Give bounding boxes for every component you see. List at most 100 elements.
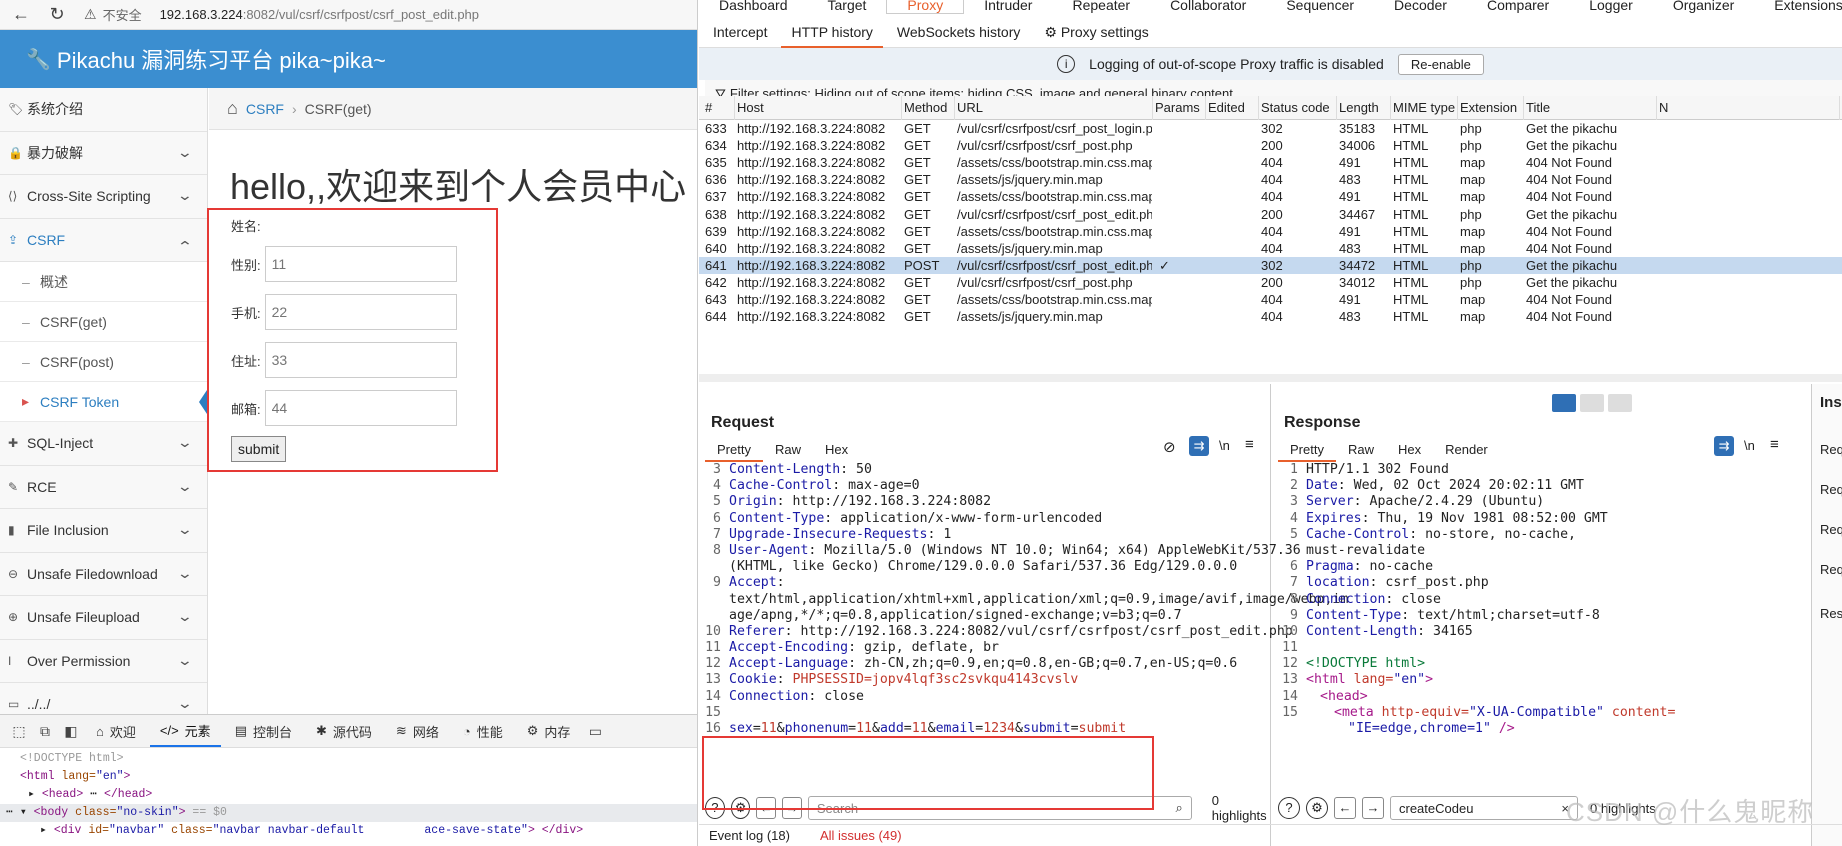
table-row[interactable]: 644 http://192.168.3.224:8082 GET/assets/j… <box>699 308 1842 325</box>
inspector-item[interactable]: Requ <box>1820 442 1842 457</box>
column-header[interactable]: Params <box>1155 96 1206 120</box>
burp-tab-organizer[interactable]: Organizer <box>1653 0 1754 14</box>
wrap-lines-icon[interactable]: ⇉ <box>1714 436 1734 456</box>
table-row[interactable]: 639 http://192.168.3.224:8082 GET/assets/c… <box>699 223 1842 240</box>
burp-tab-extensions[interactable]: Extensions <box>1754 0 1842 14</box>
device-toggle-icon[interactable]: ⧉ <box>34 723 56 740</box>
tab-proxy-settings[interactable]: ⚙ Proxy settings <box>1034 16 1158 48</box>
burp-tab-collaborator[interactable]: Collaborator <box>1150 0 1266 14</box>
warning-icon[interactable]: ⚠ <box>84 6 97 23</box>
breadcrumb-link-csrf[interactable]: CSRF <box>246 101 284 117</box>
devtools-tab-welcome[interactable]: ⌂ 欢迎 <box>86 715 146 747</box>
application-icon[interactable]: ▭ <box>584 723 606 740</box>
burp-tab-sequencer[interactable]: Sequencer <box>1266 0 1374 14</box>
reload-icon[interactable]: ↻ <box>48 4 66 25</box>
tab-http-history[interactable]: HTTP history <box>781 16 883 48</box>
sidebar-subitem-overview[interactable]: – 概述 <box>0 262 207 302</box>
burp-tab-logger[interactable]: Logger <box>1569 0 1653 14</box>
sidebar-item-fileupload[interactable]: ⊕ Unsafe Fileupload ⌄ <box>0 596 207 640</box>
column-header[interactable]: # <box>705 96 735 120</box>
layout-toggle[interactable] <box>1552 394 1632 412</box>
home-icon[interactable]: ⌂ <box>227 98 238 119</box>
menu-icon[interactable]: ≡ <box>1770 436 1779 453</box>
dom-node-doctype[interactable]: <!DOCTYPE html> <box>0 750 697 768</box>
sidebar-item-over-permission[interactable]: I Over Permission ⌄ <box>0 640 207 683</box>
table-row[interactable]: 640 http://192.168.3.224:8082 GET/assets/j… <box>699 240 1842 257</box>
devtools-tab-elements[interactable]: </> 元素 <box>149 715 221 747</box>
email-input[interactable] <box>264 390 457 426</box>
split-horizontal-icon[interactable] <box>1552 394 1576 412</box>
table-row[interactable]: 643 http://192.168.3.224:8082 GET/assets/c… <box>699 291 1842 308</box>
panel-toggle-icon[interactable]: ◧ <box>60 723 82 740</box>
devtools-tab-sources[interactable]: ✱ 源代码 <box>306 715 382 747</box>
sidebar-item-csrf[interactable]: ⇪ CSRF ⌄ <box>0 219 207 262</box>
column-header[interactable]: Host <box>737 96 902 120</box>
newline-toggle[interactable]: \n <box>1744 438 1755 453</box>
table-row[interactable]: 636 http://192.168.3.224:8082 GET/assets/j… <box>699 171 1842 188</box>
column-header[interactable]: URL <box>957 96 1153 120</box>
sidebar-item-rce[interactable]: ✎ RCE ⌄ <box>0 466 207 509</box>
sidebar-item-intro[interactable]: 🏷 系统介绍 <box>0 88 207 132</box>
wrap-lines-icon[interactable]: ⇉ <box>1189 436 1209 456</box>
table-row[interactable]: 635 http://192.168.3.224:8082 GET/assets/c… <box>699 154 1842 171</box>
sidebar-item-sqli[interactable]: ✚ SQL-Inject ⌄ <box>0 422 207 466</box>
inspector-item[interactable]: Resp <box>1820 606 1842 621</box>
tab-intercept[interactable]: Intercept <box>703 16 777 48</box>
newline-toggle[interactable]: \n <box>1219 438 1230 453</box>
column-header[interactable]: Method <box>904 96 955 120</box>
split-vertical-icon[interactable] <box>1580 394 1604 412</box>
response-tab-pretty[interactable]: Pretty <box>1278 438 1336 462</box>
column-header[interactable]: MIME type <box>1393 96 1458 120</box>
url-text[interactable]: 192.168.3.224:8082/vul/csrf/csrfpost/csr… <box>160 7 479 22</box>
request-code[interactable]: 3 Content-Length: 50 4 Cache-Control: max-a… <box>701 462 1348 737</box>
burp-tab-intruder[interactable]: Intruder <box>964 0 1052 14</box>
request-tab-pretty[interactable]: Pretty <box>705 438 763 462</box>
event-log-link[interactable]: Event log (18) <box>709 828 790 843</box>
burp-tab-dashboard[interactable]: Dashboard <box>699 0 808 14</box>
column-header[interactable]: Length <box>1339 96 1391 120</box>
column-header[interactable]: Extension <box>1460 96 1524 120</box>
sidebar-subitem-csrf-token[interactable]: ▸ CSRF Token <box>0 382 207 422</box>
tabs-layout-icon[interactable] <box>1608 394 1632 412</box>
prev-match-icon[interactable]: ← <box>1334 797 1356 819</box>
inspect-icon[interactable]: ⬚ <box>8 723 30 740</box>
inspector-item[interactable]: Requ <box>1820 482 1842 497</box>
help-icon[interactable]: ? <box>1278 797 1300 819</box>
next-match-icon[interactable]: → <box>1362 797 1384 819</box>
horizontal-scrollbar[interactable] <box>699 374 1842 382</box>
column-header[interactable]: Edited <box>1208 96 1259 120</box>
burp-tab-repeater[interactable]: Repeater <box>1052 0 1150 14</box>
column-header[interactable]: Status code <box>1261 96 1337 120</box>
back-arrow-icon[interactable]: ← <box>12 4 30 25</box>
phone-input[interactable] <box>264 294 457 330</box>
table-row[interactable]: 637 http://192.168.3.224:8082 GET/assets/c… <box>699 188 1842 205</box>
dom-node-body[interactable]: ⋯ ▾ <body class="no-skin"> == $0 <box>0 804 697 822</box>
request-tab-raw[interactable]: Raw <box>763 438 813 462</box>
dom-node-html[interactable]: <html lang="en"> <box>0 768 697 786</box>
table-row[interactable]: 634 http://192.168.3.224:8082 GET/vul/csrf… <box>699 137 1842 154</box>
inspector-item[interactable]: Requ <box>1820 522 1842 537</box>
all-issues-link[interactable]: All issues (49) <box>820 828 902 843</box>
reenable-button[interactable]: Re-enable <box>1397 53 1484 75</box>
devtools-tab-console[interactable]: ▤ 控制台 <box>225 715 302 747</box>
eye-off-icon[interactable]: ⊘ <box>1163 438 1176 456</box>
devtools-tab-performance[interactable]: ◔ 性能 <box>453 715 513 747</box>
sidebar-item-filedownload[interactable]: ⊖ Unsafe Filedownload ⌄ <box>0 553 207 596</box>
column-header[interactable]: Title <box>1526 96 1657 120</box>
sidebar-item-file-inclusion[interactable]: ▮ File Inclusion ⌄ <box>0 509 207 553</box>
burp-tab-proxy[interactable]: Proxy <box>886 0 965 14</box>
devtools-tab-network[interactable]: ≋ 网络 <box>386 715 449 747</box>
response-tab-raw[interactable]: Raw <box>1336 438 1386 462</box>
table-row[interactable]: 641 http://192.168.3.224:8082 POST/vul/csr… <box>699 256 1842 274</box>
menu-icon[interactable]: ≡ <box>1245 436 1254 453</box>
table-row[interactable]: 642 http://192.168.3.224:8082 GET/vul/csrf… <box>699 274 1842 291</box>
response-search-input[interactable]: createCodeu × <box>1390 796 1578 820</box>
dom-node-head[interactable]: ▸ <head> ⋯ </head> <box>0 786 697 804</box>
settings-icon[interactable]: ⚙ <box>1306 797 1328 819</box>
sidebar-item-bruteforce[interactable]: 🔒 暴力破解 ⌄ <box>0 132 207 175</box>
address-input[interactable] <box>264 342 457 378</box>
devtools-tab-memory[interactable]: ⚙ 内存 <box>517 715 581 747</box>
request-tab-hex[interactable]: Hex <box>813 438 860 462</box>
tab-websockets-history[interactable]: WebSockets history <box>887 16 1030 48</box>
inspector-item[interactable]: Requ <box>1820 562 1842 577</box>
